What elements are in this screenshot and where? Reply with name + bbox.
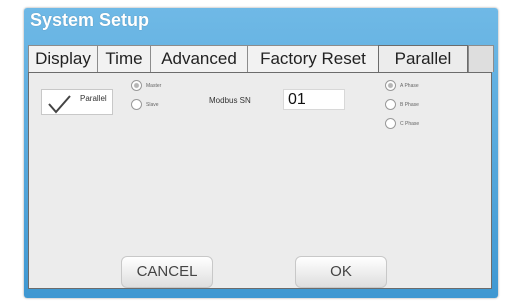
radio-master-label: Master [146,82,162,89]
window-title: System Setup [30,10,150,30]
cancel-button[interactable]: CANCEL [121,256,213,288]
checkmark-icon [48,95,71,114]
radio-selected-icon [131,80,142,91]
modbus-sn-label: Modbus SN [209,96,251,105]
system-setup-window: System Setup Display Time Advanced Facto… [24,8,498,298]
radio-unselected-icon [131,99,142,110]
tab-bar-filler [468,45,494,72]
tab-display[interactable]: Display [28,45,98,72]
modbus-sn-input[interactable]: 01 [283,89,345,110]
radio-c-phase-label: C Phase [400,120,420,127]
radio-unselected-icon [385,118,396,129]
radio-a-phase-label: A Phase [400,82,419,89]
tab-time[interactable]: Time [97,45,151,72]
tab-parallel[interactable]: Parallel [378,45,468,72]
radio-b-phase-label: B Phase [400,101,419,108]
parallel-checkbox[interactable]: Parallel [41,89,113,115]
radio-a-phase[interactable]: A Phase [385,80,419,91]
radio-c-phase[interactable]: C Phase [385,118,419,129]
radio-slave[interactable]: Slave [131,99,159,110]
radio-unselected-icon [385,99,396,110]
parallel-checkbox-label: Parallel [80,94,107,103]
ok-button[interactable]: OK [295,256,387,288]
radio-selected-icon [385,80,396,91]
tab-advanced[interactable]: Advanced [150,45,248,72]
tab-bar: Display Time Advanced Factory Reset Para… [28,45,494,72]
tab-factory-reset[interactable]: Factory Reset [247,45,379,72]
radio-b-phase[interactable]: B Phase [385,99,419,110]
radio-master[interactable]: Master [131,80,161,91]
radio-slave-label: Slave [146,101,159,108]
parallel-panel: Parallel Master Slave Modbus SN 01 A Pha… [28,72,492,289]
